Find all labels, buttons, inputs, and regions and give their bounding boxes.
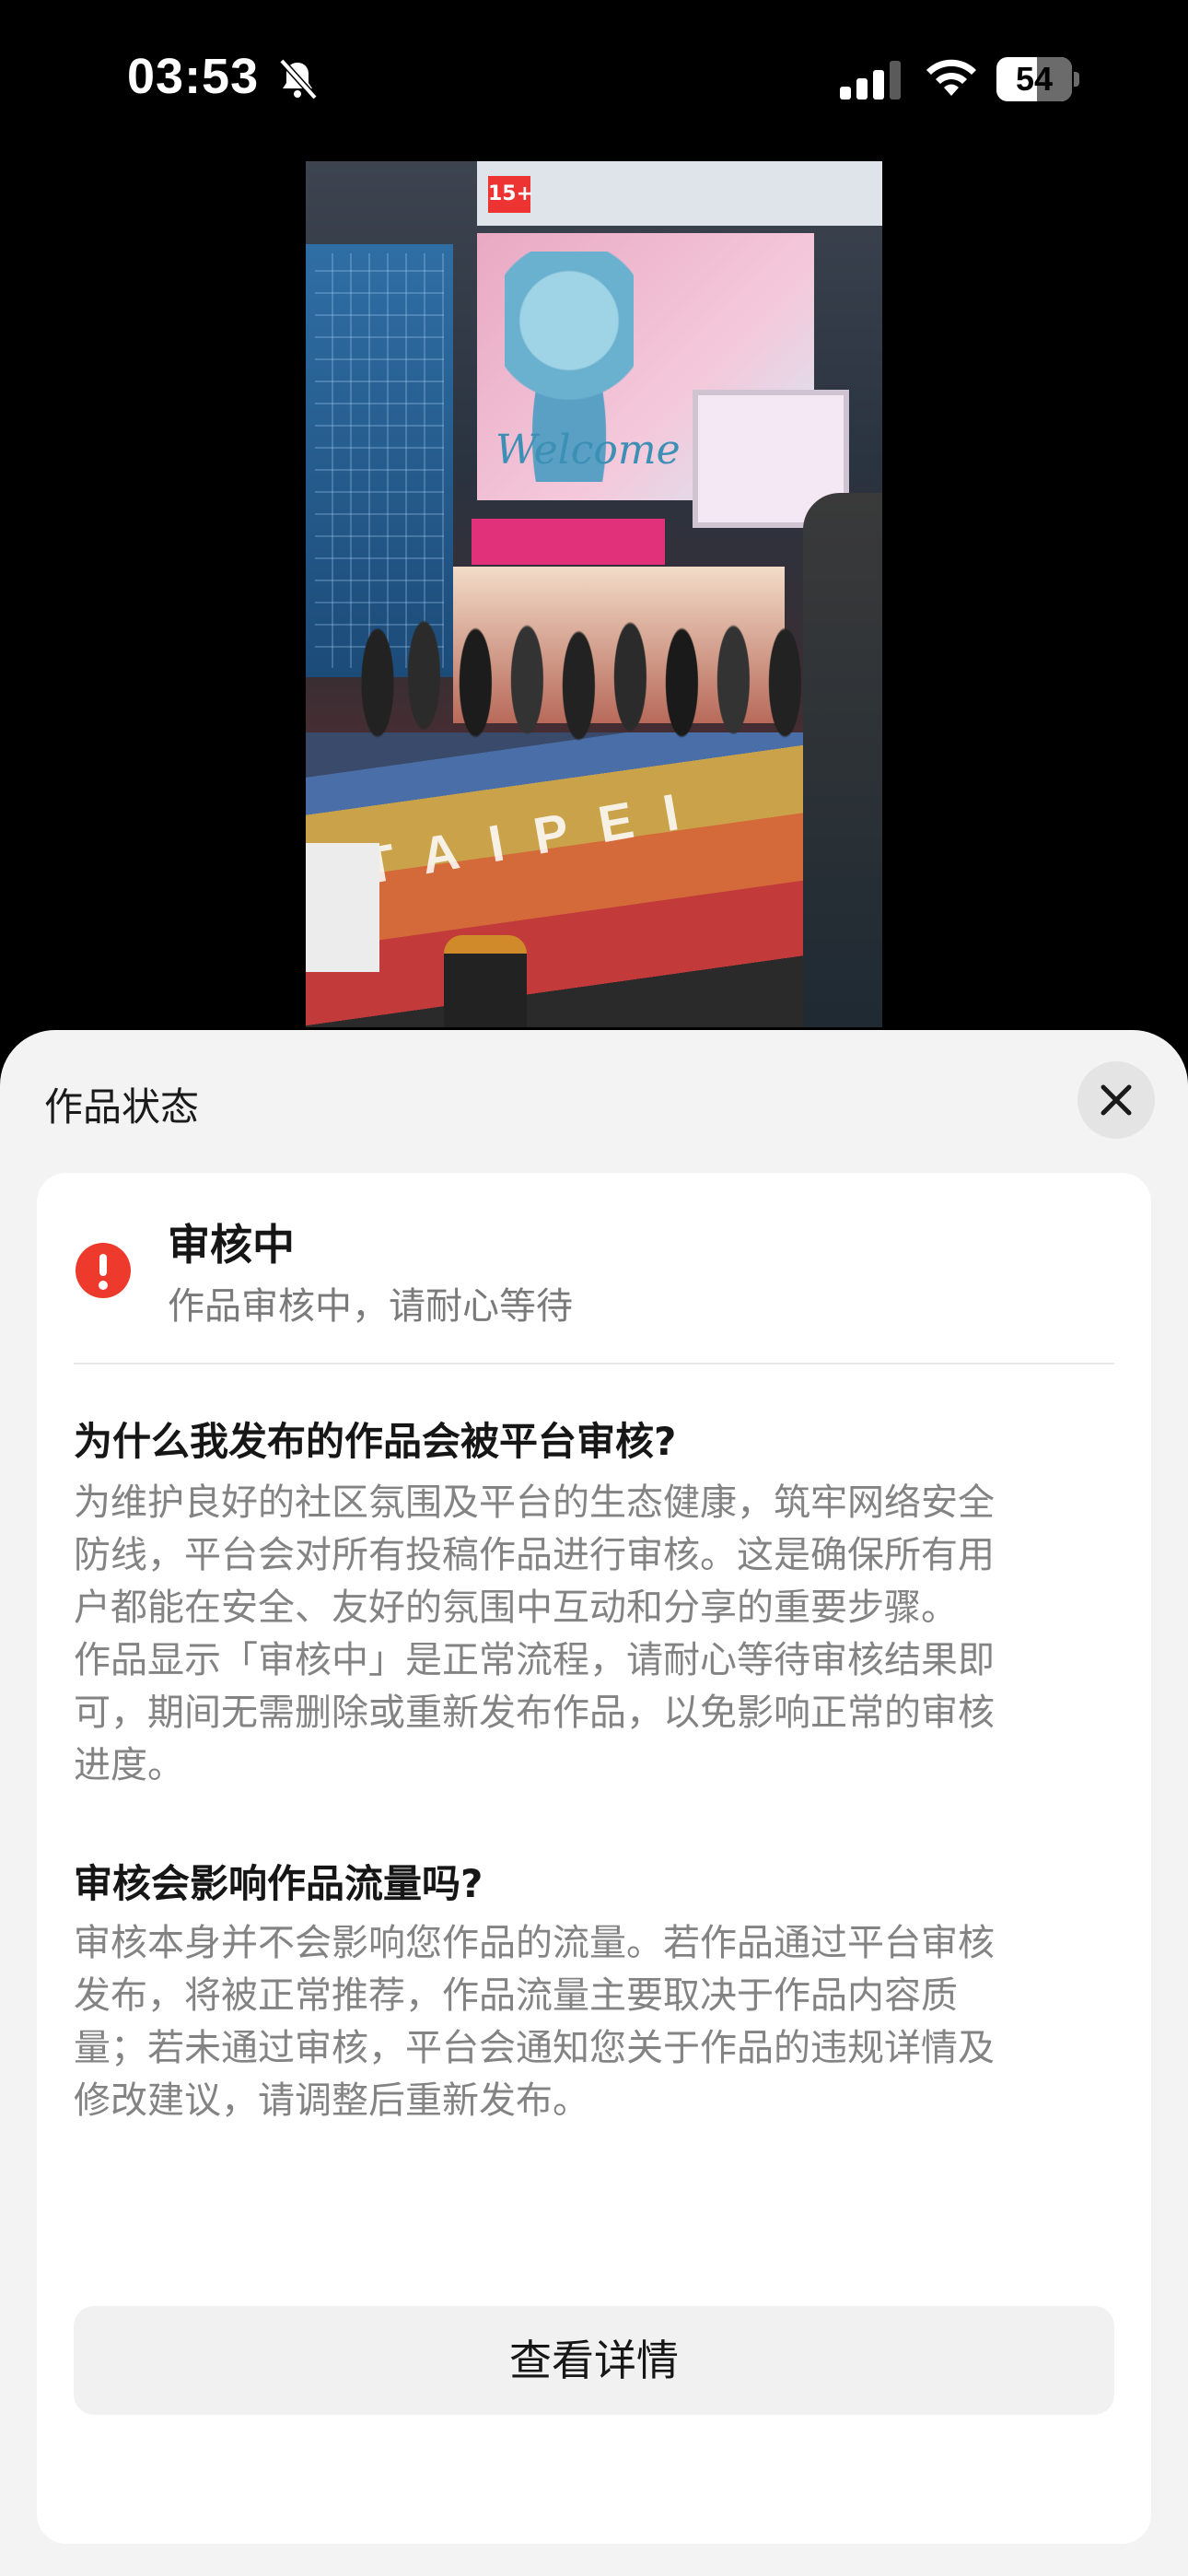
faq-answer-line: 作品显示「审核中」是正常流程，请耐心等待审核结果即 xyxy=(74,1639,995,1681)
wifi-icon xyxy=(926,59,976,96)
post-photo[interactable]: 15+ Welcome TAIPEI xyxy=(306,161,882,1027)
faq-answer-line: 户都能在安全、友好的氛围中互动和分享的重要步骤。 xyxy=(74,1587,958,1629)
faq-answer-line: 为维护良好的社区氛围及平台的生态健康，筑牢网络安全 xyxy=(74,1481,995,1524)
divider xyxy=(74,1363,1114,1364)
faq-answer-line: 审核本身并不会影响您作品的流量。若作品通过平台审核 xyxy=(74,1922,995,1964)
status-card: 审核中 作品审核中，请耐心等待 为什么我发布的作品会被平台审核? 为维护良好的社… xyxy=(37,1173,1151,2544)
sheet-title: 作品状态 xyxy=(44,1084,200,1130)
status-bar: 03:53 54 xyxy=(0,0,1188,157)
faq-question: 为什么我发布的作品会被平台审核? xyxy=(74,1419,677,1464)
faq-answer-line: 进度。 xyxy=(74,1744,184,1786)
view-details-button[interactable]: 查看详情 xyxy=(74,2306,1114,2415)
alert-circle-icon xyxy=(76,1243,131,1298)
close-button[interactable] xyxy=(1077,1061,1155,1139)
faq-answer-line: 防线，平台会对所有投稿作品进行审核。这是确保所有用 xyxy=(74,1534,995,1576)
status-subtitle: 作品审核中，请耐心等待 xyxy=(168,1285,573,1328)
status-time: 03:53 xyxy=(127,49,260,104)
faq-answer-line: 量；若未通过审核，平台会通知您关于作品的违规详情及 xyxy=(74,2027,995,2069)
faq-answer-line: 可，期间无需删除或重新发布作品，以免影响正常的审核 xyxy=(74,1692,995,1734)
close-icon xyxy=(1101,1084,1132,1116)
bell-slash-icon xyxy=(279,58,318,100)
battery-icon: 54 xyxy=(996,57,1079,101)
faq-answer-line: 修改建议，请调整后重新发布。 xyxy=(74,2079,589,2122)
battery-level: 54 xyxy=(1015,60,1054,98)
post-status-sheet: 作品状态 审核中 作品审核中，请耐心等待 为什么我发布的作品会被平台审核? 为维… xyxy=(0,1030,1188,2576)
faq-question: 审核会影响作品流量吗? xyxy=(74,1861,483,1906)
cellular-signal-icon xyxy=(840,61,901,100)
status-title: 审核中 xyxy=(168,1220,295,1270)
faq-answer-line: 发布，将被正常推荐，作品流量主要取决于作品内容质 xyxy=(74,1974,958,2017)
faq-answer: 审核本身并不会影响您作品的流量。若作品通过平台审核 发布，将被正常推荐，作品流量… xyxy=(74,1917,1124,2127)
faq-answer: 为维护良好的社区氛围及平台的生态健康，筑牢网络安全 防线，平台会对所有投稿作品进… xyxy=(74,1477,1124,1792)
